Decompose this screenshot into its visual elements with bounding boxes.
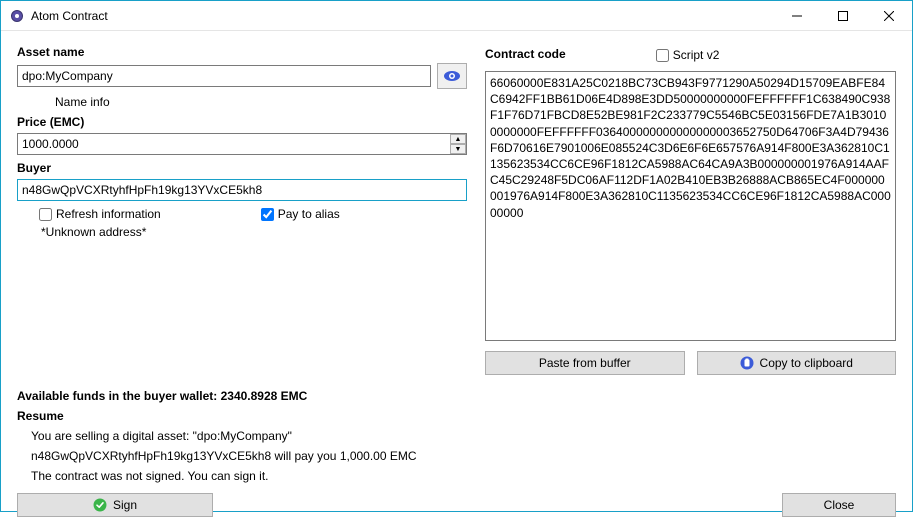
- title-bar: Atom Contract: [1, 1, 912, 31]
- copy-to-clipboard-button[interactable]: Copy to clipboard: [697, 351, 897, 375]
- clipboard-icon: [740, 356, 754, 370]
- price-stepper[interactable]: ▲ ▼: [450, 134, 466, 154]
- resume-line-1: You are selling a digital asset: "dpo:My…: [31, 429, 896, 443]
- spin-down-icon[interactable]: ▼: [450, 144, 466, 154]
- pay-alias-checkbox-row[interactable]: Pay to alias: [261, 207, 340, 221]
- minimize-button[interactable]: [774, 1, 820, 31]
- asset-name-input[interactable]: [17, 65, 431, 87]
- script-v2-label: Script v2: [673, 48, 720, 62]
- window-title: Atom Contract: [31, 9, 108, 23]
- maximize-button[interactable]: [820, 1, 866, 31]
- price-label: Price (EMC): [17, 115, 467, 129]
- contract-code-textarea[interactable]: 66060000E831A25C0218BC73CB943F9771290A50…: [485, 71, 896, 341]
- reveal-button[interactable]: [437, 63, 467, 89]
- resume-label: Resume: [17, 409, 896, 423]
- contract-code-label: Contract code: [485, 47, 566, 61]
- unknown-address-text: *Unknown address*: [41, 225, 467, 239]
- close-window-button[interactable]: [866, 1, 912, 31]
- refresh-checkbox[interactable]: [39, 208, 52, 221]
- paste-from-buffer-button[interactable]: Paste from buffer: [485, 351, 685, 375]
- name-info-label: Name info: [55, 95, 467, 109]
- check-circle-icon: [93, 498, 107, 512]
- close-button[interactable]: Close: [782, 493, 896, 517]
- asset-name-label: Asset name: [17, 45, 467, 59]
- app-icon: [9, 8, 25, 24]
- script-v2-checkbox-row[interactable]: Script v2: [656, 48, 720, 62]
- price-input[interactable]: [17, 133, 467, 155]
- available-funds-text: Available funds in the buyer wallet: 234…: [17, 389, 896, 403]
- buyer-input[interactable]: [17, 179, 467, 201]
- pay-alias-checkbox[interactable]: [261, 208, 274, 221]
- resume-line-3: The contract was not signed. You can sig…: [31, 469, 896, 483]
- spin-up-icon[interactable]: ▲: [450, 134, 466, 144]
- eye-icon: [443, 69, 461, 83]
- refresh-checkbox-label: Refresh information: [56, 207, 161, 221]
- script-v2-checkbox[interactable]: [656, 49, 669, 62]
- pay-alias-checkbox-label: Pay to alias: [278, 207, 340, 221]
- resume-line-2: n48GwQpVCXRtyhfHpFh19kg13YVxCE5kh8 will …: [31, 449, 896, 463]
- buyer-label: Buyer: [17, 161, 467, 175]
- refresh-checkbox-row[interactable]: Refresh information: [39, 207, 161, 221]
- sign-button[interactable]: Sign: [17, 493, 213, 517]
